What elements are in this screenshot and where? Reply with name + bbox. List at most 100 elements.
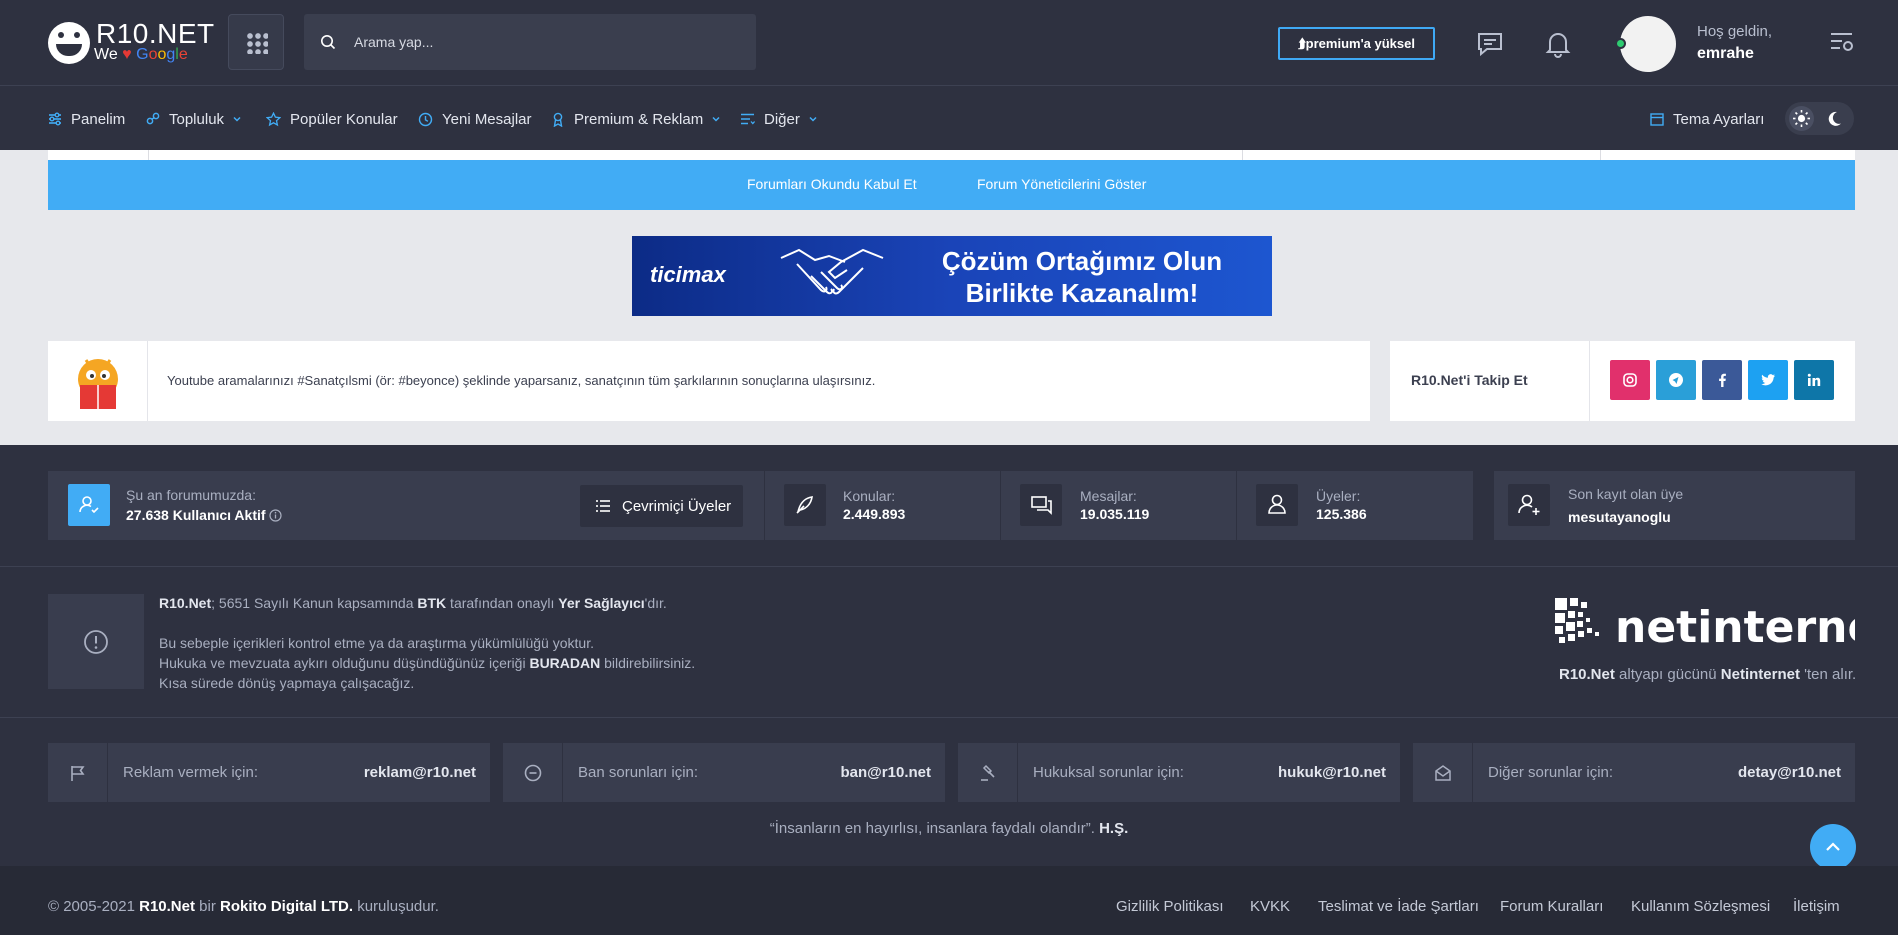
info-icon[interactable] xyxy=(269,509,283,522)
forum-stats: Şu an forumumuzda: 27.638 Kullanıcı Akti… xyxy=(48,471,1473,540)
settings-menu-icon[interactable] xyxy=(1828,29,1856,57)
netinternet-caption: R10.Net altyapı gücünü Netinternet 'ten … xyxy=(1559,666,1857,683)
search-box[interactable] xyxy=(304,14,756,70)
nav-item-panelim[interactable]: Panelim xyxy=(48,109,125,129)
sliders-icon xyxy=(49,112,61,126)
footer-link-privacy[interactable]: Gizlilik Politikası xyxy=(1116,898,1224,915)
contact-other[interactable]: Diğer sorunlar için: detay@r10.net xyxy=(1413,743,1855,802)
alert-circle-icon xyxy=(84,630,108,654)
footer-quote: “İnsanların en hayırlısı, insanlara fayd… xyxy=(0,820,1898,837)
logo-tagline: We ♥ Google xyxy=(94,46,188,64)
online-members-label: Çevrimiçi Üyeler xyxy=(622,497,732,515)
contact-label: Ban sorunları için: xyxy=(578,764,699,781)
star-icon xyxy=(266,111,281,126)
contact-email[interactable]: detay@r10.net xyxy=(1738,764,1841,781)
report-content-link[interactable]: BURADAN xyxy=(529,655,600,671)
premium-upgrade-button[interactable]: ⮭premium'a yüksel xyxy=(1278,27,1435,60)
contact-email[interactable]: reklam@r10.net xyxy=(364,764,476,781)
legal-line-2: Bu sebeple içerikleri kontrol etme ya da… xyxy=(159,635,594,651)
contact-label: Diğer sorunlar için: xyxy=(1488,764,1614,781)
mail-open-icon xyxy=(1435,765,1451,781)
username[interactable]: emrahe xyxy=(1697,45,1754,63)
handshake-icon xyxy=(780,248,884,295)
moon-icon[interactable] xyxy=(1825,110,1843,128)
latest-member-label: Son kayıt olan üye xyxy=(1568,486,1684,502)
twitter-button[interactable] xyxy=(1748,360,1788,400)
flag-icon xyxy=(71,766,85,781)
logo-mascot-icon xyxy=(48,22,90,64)
logo-tag-we: We xyxy=(94,46,118,63)
nav-label: Popüler Konular xyxy=(290,110,398,128)
contact-legal[interactable]: Hukuksal sorunlar için: hukuk@r10.net xyxy=(958,743,1400,802)
main-nav: Panelim Topluluk Popüler Konular Yeni Me… xyxy=(0,87,1898,150)
messages-icon xyxy=(1020,484,1062,526)
forum-list-bottom-edge xyxy=(48,150,1855,160)
site-logo[interactable]: R10.NET We ♥ Google xyxy=(48,10,214,70)
nav-label: Topluluk xyxy=(169,110,225,128)
theme-toggle[interactable] xyxy=(1785,102,1854,135)
contact-ads[interactable]: Reklam vermek için: reklam@r10.net xyxy=(48,743,490,802)
copyright-text: © 2005-2021 R10.Net bir Rokito Digital L… xyxy=(48,898,439,915)
footer-link-contact[interactable]: İletişim xyxy=(1793,898,1840,915)
light-mode-button[interactable] xyxy=(1789,106,1814,131)
footer-link-forum-rules[interactable]: Forum Kuralları xyxy=(1500,898,1603,915)
nav-item-diger[interactable]: Diğer xyxy=(740,109,818,129)
search-input[interactable] xyxy=(354,14,744,70)
footer-link-terms[interactable]: Kullanım Sözleşmesi xyxy=(1631,898,1770,915)
netinternet-logo[interactable]: netinternet xyxy=(1555,598,1898,657)
minus-circle-icon xyxy=(524,764,542,782)
members-icon xyxy=(1256,484,1298,526)
nav-label: Premium & Reklam xyxy=(574,110,704,128)
window-icon xyxy=(1650,112,1664,126)
ad-banner[interactable]: ticimax Çözüm Ortağımız Olun Birlikte Ka… xyxy=(632,236,1272,316)
telegram-button[interactable] xyxy=(1656,360,1696,400)
banner-headline-2: Birlikte Kazanalım! xyxy=(965,278,1199,308)
netinternet-logo-text: netinternet xyxy=(1615,602,1855,652)
online-users-icon xyxy=(68,484,110,526)
award-icon xyxy=(553,112,563,127)
nav-item-topluluk[interactable]: Topluluk xyxy=(146,109,242,129)
messages-label: Mesajlar: xyxy=(1080,488,1137,504)
contact-ban[interactable]: Ban sorunları için: ban@r10.net xyxy=(503,743,945,802)
footer-link-kvkk[interactable]: KVKK xyxy=(1250,898,1290,915)
online-value: 27.638 Kullanıcı Aktif xyxy=(126,507,283,523)
mark-forums-read-link[interactable]: Forumları Okundu Kabul Et xyxy=(747,176,917,192)
sun-icon xyxy=(1793,110,1810,127)
facebook-icon xyxy=(1719,373,1726,387)
facebook-button[interactable] xyxy=(1702,360,1742,400)
latest-member-name[interactable]: mesutayanoglu xyxy=(1568,509,1671,525)
contact-email[interactable]: ban@r10.net xyxy=(841,764,931,781)
nav-item-yeni-mesajlar[interactable]: Yeni Mesajlar xyxy=(418,109,532,129)
bell-icon[interactable] xyxy=(1544,30,1572,58)
apps-grid-icon xyxy=(246,32,268,54)
avatar[interactable] xyxy=(1615,16,1676,72)
apps-menu-button[interactable] xyxy=(228,14,284,70)
online-count: 27.638 Kullanıcı Aktif xyxy=(126,507,266,523)
tip-box: Youtube aramalarınızı #Sanatçılsmi (ör: … xyxy=(48,341,1370,421)
telegram-icon xyxy=(1669,373,1683,387)
instagram-button[interactable] xyxy=(1610,360,1650,400)
welcome-text: Hoş geldin, xyxy=(1697,23,1773,40)
logo-google-g: G xyxy=(136,46,149,63)
logo-google-g2: g xyxy=(166,46,176,63)
scroll-to-top-button[interactable] xyxy=(1810,824,1856,870)
site-header: R10.NET We ♥ Google ⮭premium'a yüksel Ho… xyxy=(0,0,1898,86)
theme-settings-label: Tema Ayarları xyxy=(1673,110,1765,128)
nav-item-premium-reklam[interactable]: Premium & Reklam xyxy=(551,109,721,129)
banner-brand: ticimax xyxy=(650,262,726,287)
theme-settings-link[interactable]: Tema Ayarları xyxy=(1650,109,1764,129)
add-user-icon xyxy=(1508,484,1550,526)
nav-item-populer-konular[interactable]: Popüler Konular xyxy=(266,109,398,129)
online-label: Şu an forumumuzda: xyxy=(126,487,256,503)
messages-value: 19.035.119 xyxy=(1080,506,1150,522)
footer-link-delivery-returns[interactable]: Teslimat ve İade Şartları xyxy=(1318,898,1479,915)
contact-email[interactable]: hukuk@r10.net xyxy=(1278,764,1386,781)
linkedin-button[interactable] xyxy=(1794,360,1834,400)
list-icon xyxy=(596,500,610,512)
chat-icon[interactable] xyxy=(1476,30,1504,58)
online-members-button[interactable]: Çevrimiçi Üyeler xyxy=(580,485,743,527)
clock-icon xyxy=(418,112,433,126)
show-moderators-link[interactable]: Forum Yöneticilerini Göster xyxy=(977,176,1146,192)
forum-actions-bar: Forumları Okundu Kabul Et Forum Yönetici… xyxy=(48,160,1855,210)
tip-text: Youtube aramalarınızı #Sanatçılsmi (ör: … xyxy=(167,373,876,388)
